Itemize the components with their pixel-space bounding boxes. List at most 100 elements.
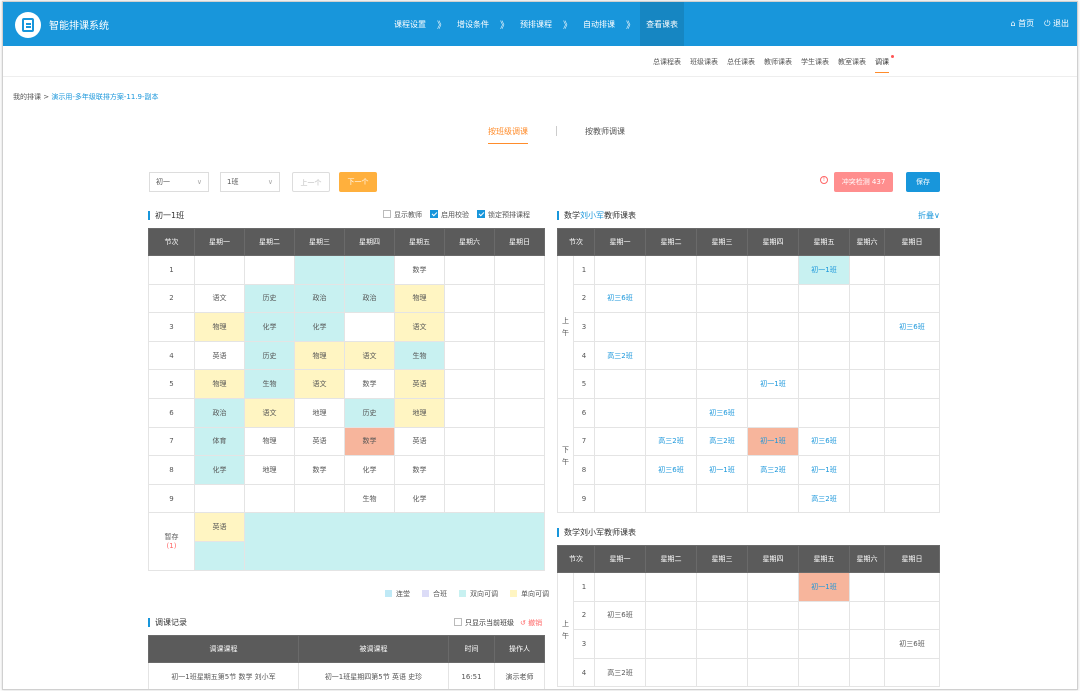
lesson-cell[interactable] — [444, 312, 495, 342]
lesson-cell[interactable] — [494, 426, 545, 457]
teacher-cell[interactable] — [645, 397, 697, 428]
teacher-cell[interactable] — [696, 600, 748, 631]
teacher-cell[interactable]: 高三2班 — [696, 426, 748, 457]
step-auto-arrange[interactable]: 自动排课 — [577, 2, 621, 46]
subnav-total-teaching[interactable]: 总任课表 — [727, 57, 755, 73]
lesson-cell[interactable] — [294, 483, 345, 514]
logout-link[interactable]: ⏻ 退出 — [1044, 18, 1069, 29]
revoke-button[interactable]: ↺ 撤销 — [520, 618, 542, 628]
lesson-cell[interactable]: 语文 — [344, 340, 395, 371]
lesson-cell[interactable] — [444, 483, 495, 514]
teacher-cell[interactable] — [849, 483, 885, 514]
lesson-cell[interactable]: 英语 — [194, 340, 245, 371]
lesson-cell[interactable] — [344, 255, 395, 285]
teacher-cell[interactable] — [884, 397, 940, 428]
lesson-cell[interactable] — [494, 397, 545, 428]
teacher-cell[interactable] — [645, 629, 697, 659]
teacher-cell[interactable] — [696, 657, 748, 688]
teacher-cell[interactable] — [849, 340, 885, 371]
lesson-cell[interactable]: 物理 — [244, 426, 295, 457]
teacher-cell[interactable] — [884, 369, 940, 399]
teacher-cell[interactable] — [594, 312, 646, 342]
lesson-cell[interactable]: 地理 — [294, 397, 345, 428]
teacher-cell[interactable]: 初三6班 — [884, 629, 940, 659]
teacher-cell[interactable] — [849, 426, 885, 457]
teacher-cell[interactable] — [696, 629, 748, 659]
lesson-cell[interactable] — [444, 283, 495, 314]
lesson-cell[interactable]: 英语 — [394, 426, 445, 457]
lesson-cell[interactable]: 地理 — [394, 397, 445, 428]
lesson-cell[interactable]: 英语 — [394, 369, 445, 399]
next-button[interactable]: 下一个 — [339, 172, 377, 192]
lesson-cell[interactable] — [494, 283, 545, 314]
teacher-cell[interactable] — [645, 572, 697, 602]
teacher-cell[interactable] — [594, 483, 646, 514]
subnav-room-table[interactable]: 教室课表 — [838, 57, 866, 73]
teacher-cell[interactable] — [884, 600, 940, 631]
teacher-cell[interactable] — [747, 255, 799, 285]
only-current-checkbox[interactable]: 只显示当前班级 — [454, 618, 514, 628]
lesson-cell[interactable] — [444, 369, 495, 399]
lesson-cell[interactable]: 数学 — [294, 455, 345, 485]
teacher-cell[interactable] — [747, 629, 799, 659]
lesson-cell[interactable]: 语文 — [294, 369, 345, 399]
lesson-cell[interactable]: 数学 — [394, 255, 445, 285]
teacher-cell[interactable] — [849, 283, 885, 314]
teacher-cell[interactable] — [849, 312, 885, 342]
lesson-cell[interactable] — [494, 369, 545, 399]
teacher-cell[interactable] — [849, 397, 885, 428]
teacher-cell[interactable] — [884, 483, 940, 514]
teacher-cell[interactable] — [747, 600, 799, 631]
temp-lesson-cell[interactable]: 英语 — [194, 512, 245, 542]
teacher-cell[interactable] — [849, 255, 885, 285]
teacher-cell[interactable] — [884, 340, 940, 371]
tab-by-teacher[interactable]: 按教师调课 — [585, 126, 625, 144]
teacher-cell[interactable] — [594, 572, 646, 602]
step-prearrange[interactable]: 预排课程 — [514, 2, 558, 46]
teacher-cell[interactable] — [798, 397, 850, 428]
lesson-cell[interactable]: 英语 — [294, 426, 345, 457]
lesson-cell[interactable]: 历史 — [244, 340, 295, 371]
teacher-cell[interactable] — [884, 455, 940, 485]
subnav-class-table[interactable]: 班级课表 — [690, 57, 718, 73]
teacher-cell[interactable] — [747, 312, 799, 342]
lesson-cell[interactable]: 化学 — [394, 483, 445, 514]
lesson-cell[interactable]: 历史 — [344, 397, 395, 428]
lesson-cell[interactable]: 语文 — [194, 283, 245, 314]
teacher-cell[interactable] — [849, 572, 885, 602]
lesson-cell[interactable] — [444, 455, 495, 485]
teacher-cell[interactable]: 初三6班 — [594, 600, 646, 631]
step-view-timetable[interactable]: 查看课表 — [640, 2, 685, 46]
teacher-cell[interactable] — [645, 255, 697, 285]
fold-button[interactable]: 折叠∨ — [918, 210, 940, 221]
temp-drop-area[interactable] — [194, 540, 245, 571]
lesson-cell[interactable]: 物理 — [194, 369, 245, 399]
teacher-cell[interactable] — [798, 369, 850, 399]
lesson-cell[interactable] — [244, 255, 295, 285]
teacher-cell[interactable] — [849, 629, 885, 659]
teacher-cell[interactable]: 初三6班 — [645, 455, 697, 485]
teacher-cell[interactable] — [645, 657, 697, 688]
teacher-cell[interactable] — [884, 283, 940, 314]
teacher-cell[interactable] — [594, 369, 646, 399]
teacher-cell[interactable]: 初三6班 — [696, 397, 748, 428]
teacher-cell[interactable] — [747, 397, 799, 428]
teacher-cell[interactable] — [747, 483, 799, 514]
teacher-cell[interactable] — [798, 657, 850, 688]
lesson-cell[interactable] — [494, 483, 545, 514]
teacher-cell[interactable] — [594, 455, 646, 485]
teacher-cell[interactable] — [696, 572, 748, 602]
step-conditions[interactable]: 增设条件 — [451, 2, 495, 46]
teacher-cell[interactable] — [645, 283, 697, 314]
teacher-cell[interactable]: 初一1班 — [747, 426, 799, 457]
lesson-cell[interactable]: 生物 — [244, 369, 295, 399]
teacher-cell[interactable] — [849, 657, 885, 688]
lesson-cell[interactable] — [444, 397, 495, 428]
teacher-cell[interactable] — [747, 657, 799, 688]
lesson-cell[interactable]: 化学 — [294, 312, 345, 342]
lesson-cell[interactable]: 物理 — [294, 340, 345, 371]
teacher-cell[interactable]: 高三2班 — [798, 483, 850, 514]
lock-prearranged-checkbox[interactable]: 锁定预排课程 — [477, 210, 530, 220]
lesson-cell[interactable]: 地理 — [244, 455, 295, 485]
teacher-cell[interactable] — [849, 455, 885, 485]
